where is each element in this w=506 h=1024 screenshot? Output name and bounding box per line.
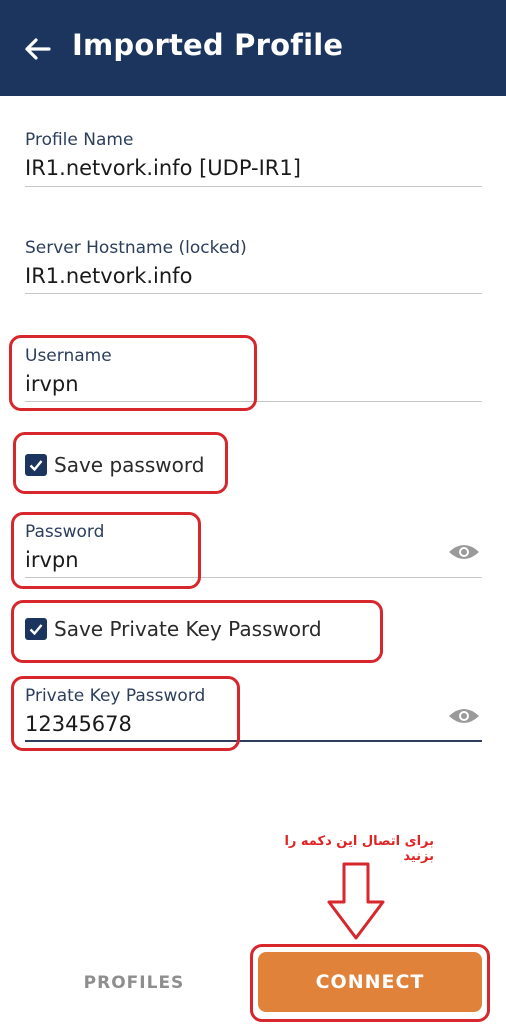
profile-name-field[interactable]: Profile Name IR1.netvork.info [UDP-IR1]: [25, 130, 482, 188]
save-password-checkbox[interactable]: Save password: [25, 453, 204, 477]
private-key-password-value: 12345678: [25, 712, 132, 736]
password-label: Password: [25, 522, 105, 542]
profiles-button[interactable]: PROFILES: [58, 966, 210, 1000]
checkbox-checked-icon: [25, 454, 47, 476]
app-bar: Imported Profile: [0, 0, 506, 96]
server-hostname-value: IR1.netvork.info: [25, 264, 193, 288]
connect-button[interactable]: CONNECT: [258, 952, 482, 1012]
server-hostname-label: Server Hostname (locked): [25, 238, 247, 258]
username-label: Username: [25, 346, 112, 366]
server-hostname-field: Server Hostname (locked) IR1.netvork.inf…: [25, 238, 482, 296]
private-key-password-field[interactable]: Private Key Password 12345678: [25, 686, 482, 744]
save-password-label: Save password: [54, 453, 205, 477]
eye-icon[interactable]: [448, 542, 480, 562]
save-private-key-password-label: Save Private Key Password: [54, 617, 322, 641]
profile-name-value: IR1.netvork.info [UDP-IR1]: [25, 156, 301, 180]
checkbox-checked-icon: [25, 618, 47, 640]
password-underline: [25, 577, 482, 578]
eye-icon[interactable]: [448, 706, 480, 726]
username-value: irvpn: [25, 372, 79, 396]
username-underline: [25, 401, 482, 402]
arrow-left-icon: [25, 38, 51, 60]
private-key-password-label: Private Key Password: [25, 686, 206, 706]
save-private-key-password-checkbox[interactable]: Save Private Key Password: [25, 617, 322, 641]
page-title: Imported Profile: [72, 28, 344, 62]
private-key-password-underline: [25, 740, 482, 742]
back-button[interactable]: [22, 34, 52, 64]
down-arrow-outline-icon: [327, 862, 385, 940]
username-field[interactable]: Username irvpn: [25, 346, 482, 404]
password-value: irvpn: [25, 548, 79, 572]
server-hostname-underline: [25, 293, 482, 294]
instruction-note: برای اتصال این دکمه را بزنید: [284, 834, 434, 864]
password-field[interactable]: Password irvpn: [25, 522, 482, 580]
profile-name-underline: [25, 186, 482, 187]
profile-name-label: Profile Name: [25, 130, 134, 150]
